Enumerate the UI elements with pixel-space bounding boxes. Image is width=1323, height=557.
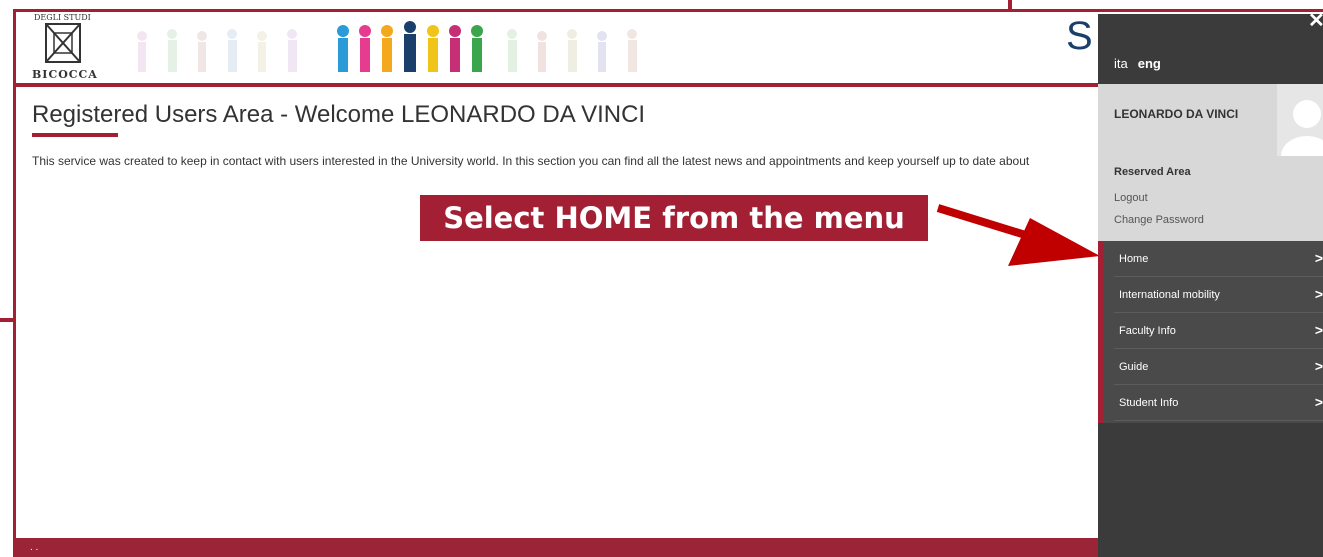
user-name: LEONARDO DA VINCI xyxy=(1114,107,1239,121)
intro-text: This service was created to keep in cont… xyxy=(32,154,1030,168)
menu-item-international-mobility[interactable]: International mobility > xyxy=(1114,277,1323,313)
menu-item-faculty-info[interactable]: Faculty Info > xyxy=(1114,313,1323,349)
annotation-frame-tick xyxy=(1008,0,1012,12)
menu-item-home[interactable]: Home > xyxy=(1114,241,1323,277)
footer-bar xyxy=(16,538,1098,557)
menu-item-student-info[interactable]: Student Info > xyxy=(1114,385,1323,421)
change-password-link[interactable]: Change Password xyxy=(1114,214,1204,226)
close-icon[interactable]: ✕ xyxy=(1308,8,1323,33)
arrow-right-icon xyxy=(936,204,1100,266)
site-header: DEGLI STUDI BICOCCA S xyxy=(16,12,1098,84)
menu-item-label: Guide xyxy=(1119,361,1149,373)
page-title: Registered Users Area - Welcome LEONARDO… xyxy=(32,101,646,128)
chevron-right-icon: > xyxy=(1314,250,1323,266)
logo-text-top: DEGLI STUDI xyxy=(34,13,91,22)
menu-item-label: Faculty Info xyxy=(1119,325,1176,337)
side-menu: Home > International mobility > Faculty … xyxy=(1098,241,1323,423)
menu-item-label: International mobility xyxy=(1119,289,1220,301)
menu-item-guide[interactable]: Guide > xyxy=(1114,349,1323,385)
reserved-area-label: Reserved Area xyxy=(1114,166,1191,178)
logo-text-bottom: BICOCCA xyxy=(32,68,98,81)
title-underline xyxy=(32,133,118,137)
menu-item-label: Home xyxy=(1119,253,1149,265)
lang-ita-link[interactable]: ita xyxy=(1114,56,1128,71)
footer-text: . . xyxy=(30,542,39,553)
chevron-right-icon: > xyxy=(1314,286,1323,302)
chevron-right-icon: > xyxy=(1314,394,1323,410)
chevron-right-icon: > xyxy=(1314,358,1323,374)
language-switcher: ita eng xyxy=(1114,56,1161,71)
header-divider xyxy=(16,83,1098,87)
annotation-frame-tick xyxy=(0,318,14,322)
instruction-callout: Select HOME from the menu xyxy=(420,195,928,241)
lang-eng-link[interactable]: eng xyxy=(1138,56,1161,71)
people-banner-icon xyxy=(137,21,637,72)
chevron-right-icon: > xyxy=(1314,322,1323,338)
avatar xyxy=(1277,84,1323,156)
logout-link[interactable]: Logout xyxy=(1114,192,1148,204)
brand-letter: S xyxy=(1066,14,1093,58)
menu-item-label: Student Info xyxy=(1119,397,1179,409)
